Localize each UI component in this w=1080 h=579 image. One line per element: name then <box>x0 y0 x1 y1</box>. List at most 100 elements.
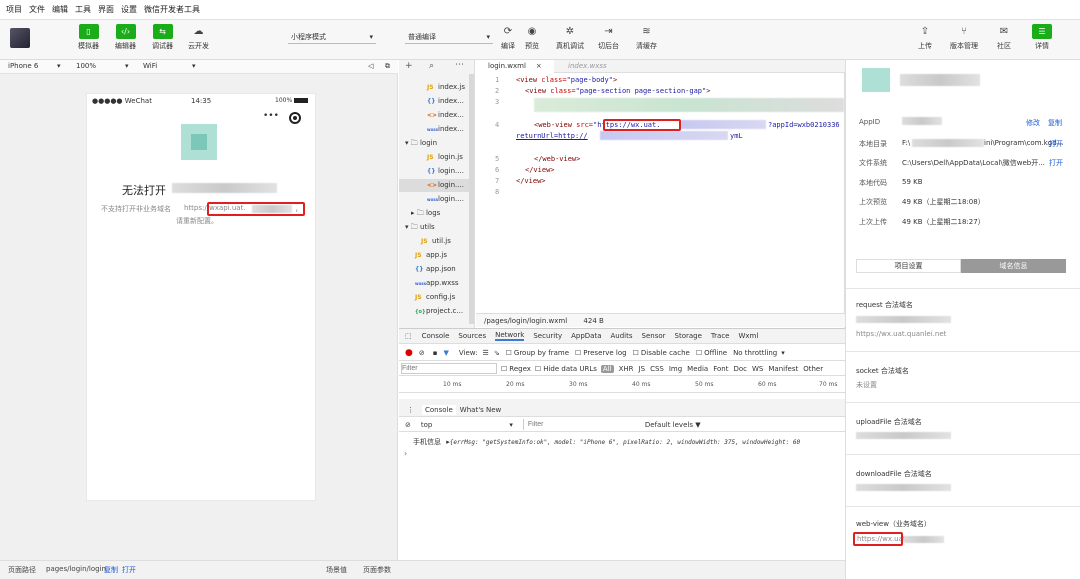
open-path-link[interactable]: 打开 <box>122 565 136 575</box>
more-icon[interactable]: ••• <box>263 111 279 121</box>
throttle-select[interactable]: No throttling <box>733 349 777 357</box>
tree-item[interactable]: JS login.js <box>427 153 463 161</box>
hide-data-checkbox[interactable]: ☐ <box>535 365 541 373</box>
tab-wxml[interactable]: Wxml <box>738 332 758 340</box>
console-log-entry[interactable]: 手机信息 ▸{errMsg: "getSystemInfo:ok", model… <box>413 437 845 447</box>
menu-interface[interactable]: 界面 <box>98 4 114 15</box>
tree-item-selected[interactable]: <>login.... <box>399 179 475 192</box>
add-icon[interactable]: + <box>405 61 413 71</box>
cloud-button[interactable]: ☁ 云开发 <box>188 24 209 51</box>
simulator-button[interactable]: ▯ 模拟器 <box>78 24 99 51</box>
type-manifest[interactable]: Manifest <box>768 365 798 373</box>
network-select[interactable]: WiFi <box>143 62 157 70</box>
filter-input[interactable] <box>401 363 497 374</box>
context-select[interactable]: top ▾ <box>421 421 513 429</box>
background-button[interactable]: ⇥ 切后台 <box>598 24 619 51</box>
version-button[interactable]: ⑂ 版本管理 <box>950 24 978 51</box>
open-dir-link[interactable]: 打开 <box>1049 139 1063 149</box>
compile-button[interactable]: ⟳ 编译 <box>500 24 516 51</box>
inspect-icon[interactable]: ⬚ <box>405 332 412 340</box>
tab-sensor[interactable]: Sensor <box>642 332 666 340</box>
code-line[interactable]: </web-view> <box>534 155 580 163</box>
type-all[interactable]: All <box>600 364 614 373</box>
tab-trace[interactable]: Trace <box>711 332 730 340</box>
menu-file[interactable]: 文件 <box>29 4 45 15</box>
more-icon[interactable]: ⋯ <box>455 60 464 70</box>
tree-item[interactable]: JS util.js <box>421 237 451 245</box>
tree-item[interactable]: {} index... <box>427 97 464 105</box>
tree-item[interactable]: JS app.js <box>415 251 447 259</box>
sound-icon[interactable]: ◁ <box>368 62 373 70</box>
menu-settings[interactable]: 设置 <box>121 4 137 15</box>
console-filter-input[interactable] <box>522 419 643 430</box>
type-other[interactable]: Other <box>803 365 823 373</box>
tree-item[interactable]: wxssapp.wxss <box>415 279 459 287</box>
type-media[interactable]: Media <box>687 365 708 373</box>
tab-storage[interactable]: Storage <box>675 332 702 340</box>
mode-select[interactable]: 小程序模式 ▾ <box>288 30 376 44</box>
clear-icon[interactable]: ⊘ <box>405 421 411 429</box>
user-avatar[interactable] <box>10 28 30 48</box>
tree-folder[interactable]: ▸ 🗀 logs <box>411 209 440 220</box>
type-doc[interactable]: Doc <box>733 365 747 373</box>
tree-item[interactable]: JS config.js <box>415 293 455 301</box>
menu-project[interactable]: 项目 <box>6 4 22 15</box>
editor-button[interactable]: ‹/› 编辑器 <box>115 24 136 51</box>
type-ws[interactable]: WS <box>752 365 763 373</box>
cache-checkbox[interactable]: ☐ <box>633 349 639 357</box>
type-js[interactable]: JS <box>639 365 646 373</box>
copy-path-link[interactable]: 复制 <box>104 565 118 575</box>
regex-checkbox[interactable]: ☐ <box>501 365 507 373</box>
tab-domain-info[interactable]: 域名信息 <box>961 259 1066 273</box>
record-icon[interactable]: ● <box>405 348 413 358</box>
tree-folder[interactable]: ▾ 🗀 login <box>405 139 437 150</box>
code-line[interactable]: <view class="page-body"> <box>516 76 617 84</box>
drawer-tab-whatsnew[interactable]: What's New <box>460 406 501 414</box>
console-prompt-icon[interactable]: › <box>404 449 407 458</box>
list-view-icon[interactable]: ☰ <box>482 349 488 357</box>
preview-button[interactable]: ◉ 预览 <box>524 24 540 51</box>
group-checkbox[interactable]: ☐ <box>506 349 512 357</box>
tab-login-wxml[interactable]: login.wxml × <box>476 60 554 73</box>
close-icon[interactable]: × <box>536 62 542 70</box>
tab-audits[interactable]: Audits <box>611 332 633 340</box>
modify-link[interactable]: 修改 <box>1026 118 1040 128</box>
zoom-select[interactable]: 100% <box>76 62 96 70</box>
debugger-button[interactable]: ⇆ 调试器 <box>152 24 173 51</box>
tab-sources[interactable]: Sources <box>458 332 486 340</box>
drawer-tab-console[interactable]: Console <box>422 404 456 415</box>
tree-item[interactable]: {} login.... <box>427 167 464 175</box>
waterfall-icon[interactable]: ⇘ <box>494 349 500 357</box>
tab-index-wxss[interactable]: index.wxss <box>568 62 607 70</box>
filter-icon[interactable]: ▼ <box>443 349 448 357</box>
scene-button[interactable]: 场景值 <box>326 565 347 575</box>
tab-project-settings[interactable]: 项目设置 <box>856 259 961 273</box>
tree-scrollbar[interactable] <box>469 74 474 324</box>
menu-edit[interactable]: 编辑 <box>52 4 68 15</box>
tab-appdata[interactable]: AppData <box>571 332 601 340</box>
menu-tools[interactable]: 工具 <box>75 4 91 15</box>
popout-icon[interactable]: ⧉ <box>385 62 390 71</box>
open-fs-link[interactable]: 打开 <box>1049 158 1063 168</box>
details-button[interactable]: ☰ 详情 <box>1032 24 1052 51</box>
code-line[interactable]: returnUrl=http:// <box>516 132 588 140</box>
tree-item[interactable]: {} app.json <box>415 265 456 273</box>
copy-link[interactable]: 复制 <box>1048 118 1062 128</box>
tree-item[interactable]: <>index... <box>427 111 464 119</box>
compile-select[interactable]: 普通编译 ▾ <box>405 30 493 44</box>
tree-item[interactable]: {o}project.c... <box>415 307 463 315</box>
type-css[interactable]: CSS <box>650 365 664 373</box>
offline-checkbox[interactable]: ☐ <box>696 349 702 357</box>
tree-item[interactable]: JS index.js <box>427 83 465 91</box>
clear-icon[interactable]: ⊘ <box>419 349 425 357</box>
camera-icon[interactable]: ▪ <box>433 349 438 357</box>
preserve-checkbox[interactable]: ☐ <box>575 349 581 357</box>
tree-item[interactable]: wxssindex... <box>427 125 464 133</box>
device-select[interactable]: iPhone 6 <box>8 62 38 70</box>
tab-security[interactable]: Security <box>533 332 562 340</box>
community-button[interactable]: ✉ 社区 <box>996 24 1012 51</box>
type-xhr[interactable]: XHR <box>619 365 634 373</box>
levels-select[interactable]: Default levels ▼ <box>645 421 701 429</box>
tree-item[interactable]: wxsslogin.... <box>427 195 464 203</box>
real-debug-button[interactable]: ✲ 真机调试 <box>556 24 584 51</box>
